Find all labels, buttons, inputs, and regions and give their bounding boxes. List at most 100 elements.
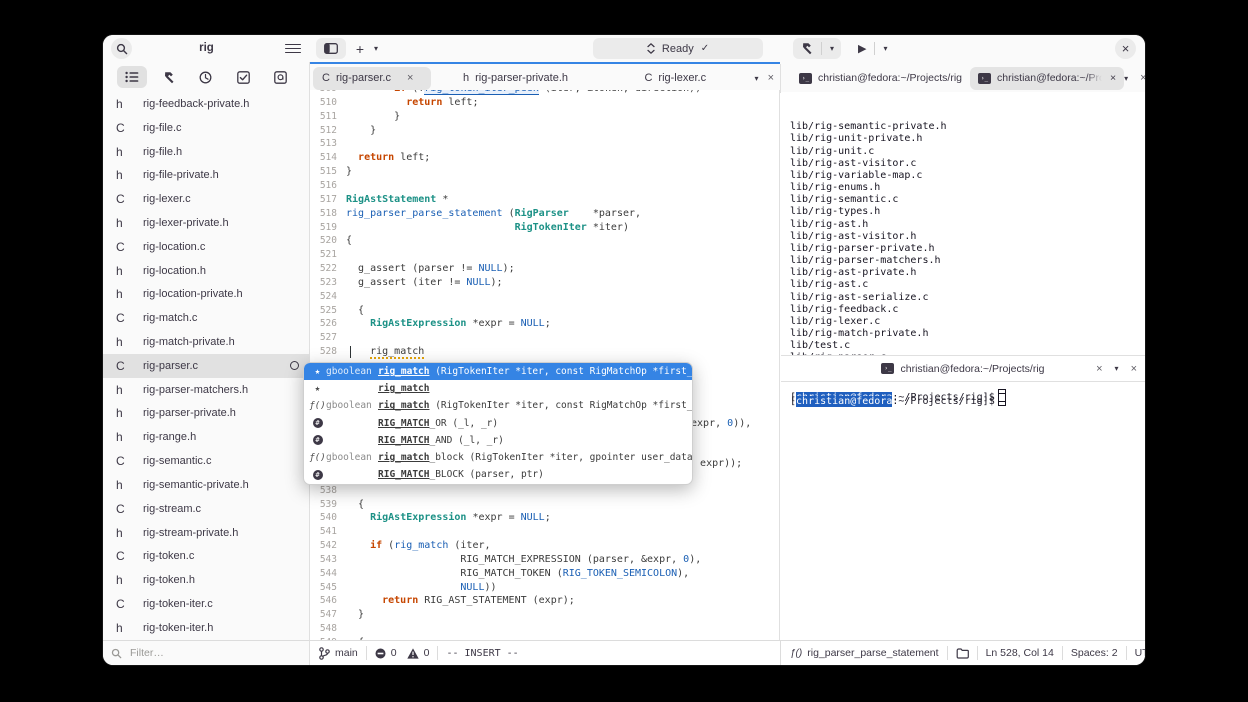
file-item[interactable]: h rig-semantic-private.h <box>103 473 309 497</box>
macro-icon: # <box>309 435 326 446</box>
frame-close-icon[interactable]: × <box>1140 72 1145 84</box>
file-item[interactable]: Crig-file.c <box>103 116 309 140</box>
file-type-icon: C <box>644 72 653 84</box>
file-name: rig-feedback-private.h <box>143 97 250 110</box>
file-name: rig-token.h <box>143 574 195 587</box>
chevron-down-icon: ▾ <box>883 44 888 53</box>
file-item[interactable]: h rig-token-iter.h <box>103 616 309 640</box>
terminal-pane: lib/rig-semantic-private.h lib/rig-unit-p… <box>781 92 1145 640</box>
diagnostics-indicator[interactable]: 0 0 <box>375 647 429 659</box>
file-item[interactable]: h rig-location-private.h <box>103 283 309 307</box>
terminal-icon: ›_ <box>881 363 895 374</box>
code-line: 542 if (rig_match (iter, <box>319 540 491 552</box>
file-item[interactable]: h rig-parser-matchers.h <box>103 378 309 402</box>
menu-button[interactable] <box>283 40 303 57</box>
file-type-icon: C <box>116 311 125 326</box>
build-dropdown[interactable]: ▾ <box>823 38 841 59</box>
completion-item[interactable]: # RIG_MATCH_OR (_l, _r) <box>304 415 692 432</box>
tab-list-dropdown[interactable]: ▾ <box>755 74 759 83</box>
git-branch-indicator[interactable]: main <box>319 646 358 660</box>
completion-item[interactable]: ƒ() gboolean rig_match_block (RigTokenIter… <box>304 449 692 466</box>
search-icon <box>111 648 122 658</box>
tab-terminal-1[interactable]: ›_ christian@fedora:~/Projects/rig <box>791 67 970 90</box>
tab-close-icon[interactable]: × <box>1096 363 1102 375</box>
completion-item[interactable]: # RIG_MATCH_BLOCK (parser, ptr) <box>304 466 692 483</box>
tab-list-dropdown[interactable]: ▾ <box>1115 364 1119 373</box>
current-symbol[interactable]: ƒ() rig_parser_parse_statement <box>790 647 939 659</box>
file-item[interactable]: Crig-semantic.c <box>103 449 309 473</box>
file-item[interactable]: Crig-lexer.c <box>103 187 309 211</box>
build-panel-button[interactable] <box>154 66 184 88</box>
frame-close-icon[interactable]: × <box>768 72 774 84</box>
code-line: ×528 rig_match <box>310 345 779 360</box>
file-item[interactable]: Crig-parser.c <box>103 353 309 378</box>
build-button[interactable] <box>793 38 820 59</box>
code-line: 510 return left; <box>319 96 479 108</box>
todo-panel-button[interactable] <box>228 66 258 88</box>
run-dropdown[interactable]: ▾ <box>876 38 894 59</box>
file-item[interactable]: h rig-token.h <box>103 568 309 592</box>
completion-item[interactable]: ★ gboolean rig_match (RigTokenIter *iter, … <box>304 363 692 381</box>
new-tab-dropdown[interactable]: ▾ <box>369 38 383 59</box>
file-item[interactable]: h rig-lexer-private.h <box>103 211 309 235</box>
code-line: 544 RIG_MATCH_TOKEN (RIG_TOKEN_SEMICOLON… <box>319 567 690 579</box>
window-title: rig <box>199 42 214 54</box>
filter-input[interactable] <box>128 646 282 660</box>
terminal-line: lib/rig-ast-private.h <box>790 267 917 279</box>
file-name: rig-semantic.c <box>143 455 212 468</box>
window-close-button[interactable]: × <box>1115 38 1136 59</box>
file-item[interactable]: Crig-match.c <box>103 306 309 330</box>
run-button[interactable]: ▶ <box>851 38 873 59</box>
tab-close-icon[interactable]: × <box>407 72 413 84</box>
project-tree-button[interactable] <box>116 66 147 88</box>
code-line: 525 { <box>319 304 365 316</box>
file-item[interactable]: Crig-token-iter.c <box>103 592 309 616</box>
completion-item[interactable]: # RIG_MATCH_AND (_l, _r) <box>304 432 692 449</box>
omnibox-build-status[interactable]: Ready ✓ <box>593 38 763 59</box>
file-item[interactable]: h rig-file-private.h <box>103 163 309 187</box>
terminal-2-output[interactable]: [christian@fedora:~/Projects/rig]$ <box>781 382 1145 640</box>
tab-label: christian@fedora:~/Projects/rig <box>818 72 963 84</box>
tab-rig-lexer-c[interactable]: C rig-lexer.c <box>600 67 751 90</box>
encoding-setting[interactable]: UTF-8 <box>1135 647 1145 659</box>
file-item[interactable]: h rig-file.h <box>103 140 309 164</box>
file-type-icon: C <box>116 358 125 373</box>
completion-item[interactable]: ƒ() gboolean rig_match (RigTokenIter *iter… <box>304 397 692 414</box>
file-item[interactable]: Crig-location.c <box>103 235 309 259</box>
file-item[interactable]: Crig-token.c <box>103 544 309 568</box>
file-name: rig-parser-matchers.h <box>143 383 249 396</box>
indentation-setting[interactable]: Spaces: 2 <box>1071 647 1118 659</box>
file-type-icon: h <box>116 477 123 492</box>
history-panel-button[interactable] <box>191 66 221 88</box>
completion-label: RIG_MATCH_OR (_l, _r) <box>378 417 499 429</box>
frame-close-icon[interactable]: × <box>1131 363 1137 375</box>
text-caret <box>350 346 352 359</box>
tab-terminal-2[interactable]: ›_ christian@fedora:~/Projects × <box>970 66 1125 90</box>
completion-item[interactable]: ★ rig_match <box>304 380 692 397</box>
new-tab-button[interactable]: + <box>351 38 369 59</box>
run-button-group: ▶ ▾ <box>851 38 894 59</box>
file-item[interactable]: h rig-parser-private.h <box>103 402 309 426</box>
terminal-2-header[interactable]: ›_ christian@fedora:~/Projects/rig × ▾ × <box>781 355 1145 382</box>
file-item[interactable]: h rig-range.h <box>103 425 309 449</box>
code-line: 543 RIG_MATCH_EXPRESSION (parser, &expr,… <box>319 553 702 565</box>
file-item[interactable]: Crig-stream.c <box>103 497 309 521</box>
file-name: rig-location.c <box>143 240 206 253</box>
file-item[interactable]: h rig-feedback-private.h <box>103 92 309 116</box>
file-item[interactable]: h rig-match-private.h <box>103 330 309 354</box>
file-name: rig-match-private.h <box>143 336 235 349</box>
tab-list-dropdown[interactable]: ▾ <box>1124 74 1128 83</box>
code-line: 516 <box>319 179 337 191</box>
file-name: rig-token-iter.c <box>143 597 213 610</box>
project-folder-button[interactable] <box>956 647 969 659</box>
file-item[interactable]: h rig-location.h <box>103 259 309 283</box>
terminal-line: lib/rig-enums.h <box>790 182 881 194</box>
cursor-position[interactable]: Ln 528, Col 14 <box>986 647 1054 659</box>
tab-rig-parser-c[interactable]: C rig-parser.c × <box>313 66 431 90</box>
tab-close-icon[interactable]: × <box>1110 72 1116 84</box>
documentation-panel-button[interactable] <box>265 66 295 88</box>
panel-toggle-button[interactable] <box>316 38 346 59</box>
file-item[interactable]: h rig-stream-private.h <box>103 521 309 545</box>
file-type-icon: h <box>116 406 123 421</box>
tab-rig-parser-private-h[interactable]: h rig-parser-private.h <box>439 67 592 90</box>
